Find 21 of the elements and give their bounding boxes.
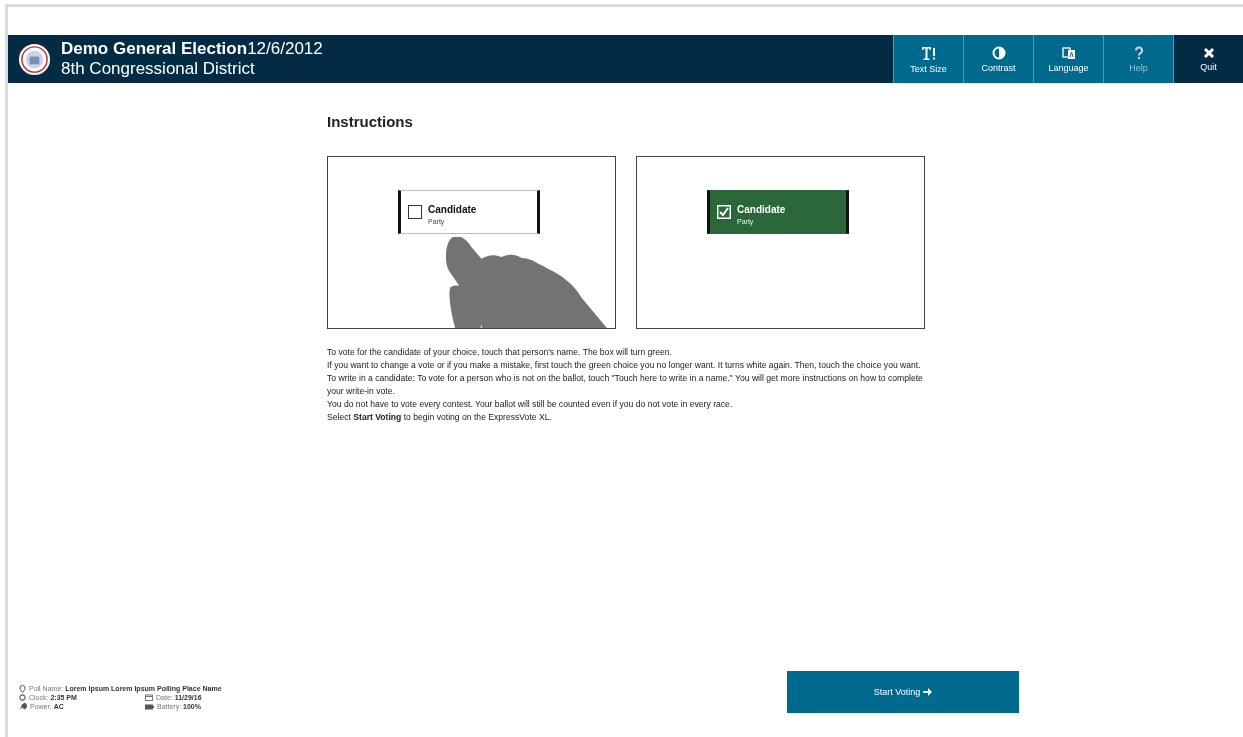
text-size-icon [920, 44, 937, 61]
district-name: 8th Congressional District [61, 59, 256, 79]
candidate-name: Candidate [428, 204, 477, 215]
election-title: Demo General Election12/6/2012 [61, 39, 323, 59]
contrast-icon [991, 45, 1006, 60]
instructions-text: To vote for the candidate of your choice, touch that person's name. The box will turn green. If you want to change a vote or if you make a mistake, first touch the green choice you no longer want. It turns white again. Then, touch the choice you want. To write in a candidate: To vote for a person who is not on the ballot, touch "Touch here to write in a name." You will get more instructions on how to complete your write-in vote. You do not have to vote every contest. Your ballot will still be counted even if you do not vote in every race. Select Start Voting to begin voting on the ExpressVote XL. [327, 346, 924, 424]
language-button[interactable]: Language [1033, 35, 1103, 83]
clock-icon [19, 694, 26, 701]
location-pin-icon [19, 684, 26, 693]
instructions-heading: Instructions [327, 113, 414, 130]
contrast-button[interactable]: Contrast [963, 35, 1033, 83]
close-icon [1202, 46, 1215, 59]
text-size-button[interactable]: Text Size [893, 35, 963, 83]
help-icon [1132, 45, 1145, 60]
candidate-name: Candidate [737, 204, 786, 215]
battery-icon [145, 703, 154, 710]
seal-logo [18, 42, 51, 76]
arrow-icon [923, 688, 933, 696]
language-icon [1061, 45, 1076, 60]
calendar-icon [145, 694, 153, 701]
start-voting-button[interactable]: Start Voting [787, 671, 1019, 713]
